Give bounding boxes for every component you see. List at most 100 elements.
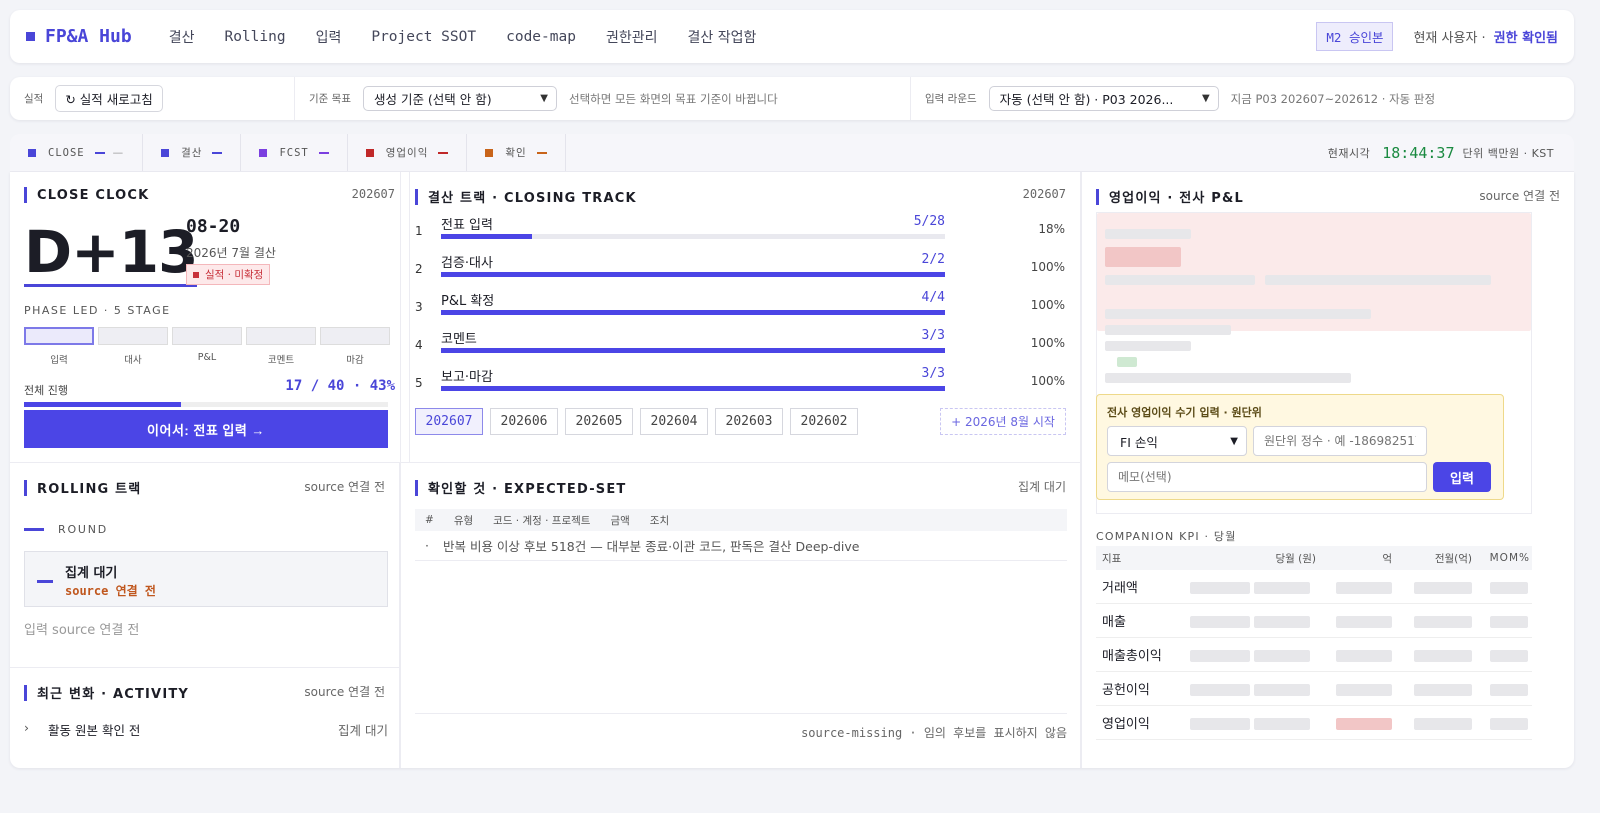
rolling-panel: ROLLING 트랙 source 연결 전 ROUND 집계 대기 sourc… bbox=[10, 463, 400, 668]
track-row[interactable]: 3 P&L 확정 4/4 100% bbox=[415, 288, 1065, 324]
blurred-content bbox=[1254, 684, 1310, 696]
panel-title: 결산 트랙 · CLOSING TRACK bbox=[415, 187, 637, 206]
account-select[interactable]: FI 손익 ▼ bbox=[1107, 426, 1247, 456]
status-badge: 실적 · 미확정 bbox=[186, 264, 271, 285]
total-progress-label: 전체 진행 bbox=[24, 384, 68, 397]
closing-track-panel: 결산 트랙 · CLOSING TRACK 202607 1 전표 입력 5/28 1… bbox=[400, 172, 1081, 463]
nav-item-code-map[interactable]: code-map bbox=[506, 29, 576, 45]
track-row-name: 보고·마감 bbox=[441, 370, 493, 385]
expected-status: 집계 대기 bbox=[1018, 480, 1066, 494]
legend-label: FCST bbox=[279, 146, 309, 159]
track-row[interactable]: 4 코멘트 3/3 100% bbox=[415, 326, 1065, 362]
blurred-content bbox=[1336, 684, 1392, 696]
track-progress-fill bbox=[441, 386, 945, 391]
nav-item-permissions[interactable]: 권한관리 bbox=[606, 27, 658, 47]
track-progress-fill bbox=[441, 310, 945, 315]
nav-item-closing[interactable]: 결산 bbox=[169, 27, 195, 47]
month-button[interactable]: 202604 bbox=[640, 408, 708, 435]
panel-title-text: 영업이익 · 전사 P&L bbox=[1109, 191, 1245, 206]
track-row[interactable]: 1 전표 입력 5/28 18% bbox=[415, 212, 1065, 248]
manual-input-form: 전사 영업이익 수기 입력 · 원단위 FI 손익 ▼ 입력 bbox=[1096, 394, 1504, 500]
month-button[interactable]: 202607 bbox=[415, 408, 483, 435]
blurred-content bbox=[1414, 650, 1472, 662]
month-button[interactable]: 202602 bbox=[790, 408, 858, 435]
blurred-content bbox=[1490, 616, 1528, 628]
submit-button[interactable]: 입력 bbox=[1433, 462, 1491, 492]
target-select[interactable]: 생성 기준 (선택 안 함) ▼ bbox=[362, 86, 557, 111]
track-row[interactable]: 2 검증·대사 2/2 100% bbox=[415, 250, 1065, 286]
nav-item-closing-workbox[interactable]: 결산 작업함 bbox=[687, 27, 756, 47]
blurred-content bbox=[1190, 650, 1250, 662]
blurred-content bbox=[1190, 582, 1250, 594]
refresh-actuals-button[interactable]: ↻ 실적 새로고침 bbox=[55, 85, 163, 112]
filter-bar: 실적 ↻ 실적 새로고침 기준 목표 생성 기준 (선택 안 함) ▼ 선택하면 … bbox=[10, 77, 1574, 120]
table-row[interactable]: · 반복 비용 이상 후보 518건 — 대부분 종료·이관 코드, 판독은 결산… bbox=[415, 531, 1067, 561]
current-user-label: 현재 사용자 · bbox=[1413, 31, 1486, 46]
stage-led-input[interactable] bbox=[24, 327, 94, 345]
blurred-content bbox=[1105, 325, 1231, 335]
start-next-month-button[interactable]: + 2026년 8월 시작 bbox=[940, 408, 1066, 435]
stage-led-reconcile[interactable] bbox=[98, 327, 168, 345]
total-progress-value: 17 / 40 · 43% bbox=[285, 378, 395, 394]
account-select-value: FI 손익 bbox=[1120, 434, 1158, 450]
blurred-content bbox=[1105, 341, 1191, 351]
phase-label: PHASE LED · 5 STAGE bbox=[24, 304, 171, 317]
stage-led-close[interactable] bbox=[320, 327, 390, 345]
nav-item-rolling[interactable]: Rolling bbox=[224, 29, 285, 45]
track-row-percent: 100% bbox=[1030, 374, 1065, 388]
brand-logo[interactable]: FP&A Hub bbox=[26, 26, 132, 47]
footer-text: source-missing · 임의 후보를 표시하지 않음 bbox=[801, 726, 1067, 740]
nav-item-input[interactable]: 입력 bbox=[316, 27, 342, 47]
approval-badge[interactable]: M2 승인본 bbox=[1316, 22, 1394, 51]
amount-input[interactable] bbox=[1253, 426, 1427, 456]
round-select[interactable]: 자동 (선택 안 함) · P03 2026... ▼ bbox=[988, 86, 1219, 111]
brand-square-icon bbox=[26, 32, 35, 41]
month-button[interactable]: 202606 bbox=[490, 408, 558, 435]
blurred-content bbox=[1336, 582, 1392, 594]
month-button[interactable]: 202603 bbox=[715, 408, 783, 435]
blurred-content bbox=[1190, 718, 1250, 730]
round-section: 입력 라운드 자동 (선택 안 함) · P03 2026... ▼ 지금 P03… bbox=[911, 77, 1574, 120]
memo-input[interactable] bbox=[1107, 462, 1427, 492]
track-row-count: 5/28 bbox=[913, 214, 945, 229]
refresh-label: 실적 새로고침 bbox=[79, 92, 153, 107]
legend-dash bbox=[438, 151, 449, 154]
panel-title: 확인할 것 · EXPECTED-SET bbox=[415, 478, 627, 497]
target-section: 기준 목표 생성 기준 (선택 안 함) ▼ 선택하면 모든 화면의 목표 기준이… bbox=[295, 77, 911, 120]
track-row-name: 코멘트 bbox=[441, 332, 477, 347]
box-subtitle: source 연결 전 bbox=[65, 584, 156, 598]
kpi-table-header: 지표 당월 (원) 억 전월(억) MOM% bbox=[1096, 546, 1532, 570]
stage-led-comment[interactable] bbox=[246, 327, 316, 345]
rolling-status-box: 집계 대기 source 연결 전 bbox=[24, 551, 388, 607]
legend-square-icon bbox=[161, 148, 170, 157]
panel-title-text: 결산 트랙 · CLOSING TRACK bbox=[428, 191, 637, 206]
row-text: 반복 비용 이상 후보 518건 — 대부분 종료·이관 코드, 판독은 결산 … bbox=[442, 539, 860, 554]
panel-title: CLOSE CLOCK bbox=[24, 187, 149, 203]
stage-led-pnl[interactable] bbox=[172, 327, 242, 345]
box-title: 집계 대기 bbox=[65, 566, 118, 581]
track-row-count: 3/3 bbox=[921, 328, 945, 343]
stage-label: P&L bbox=[197, 352, 217, 363]
legend-extra: — bbox=[112, 146, 125, 159]
brand-name: FP&A Hub bbox=[45, 26, 132, 47]
round-line bbox=[24, 528, 44, 531]
stage-label: 코멘트 bbox=[267, 355, 295, 366]
activity-status: source 연결 전 bbox=[304, 685, 385, 699]
expected-set-panel: 확인할 것 · EXPECTED-SET 집계 대기 # 유형 코드 · 계정 … bbox=[400, 463, 1081, 768]
round-select-value: 자동 (선택 안 함) · P03 2026... bbox=[999, 92, 1174, 107]
continue-button[interactable]: 이어서: 전표 입력 → bbox=[24, 410, 388, 448]
track-row[interactable]: 5 보고·마감 3/3 100% bbox=[415, 364, 1065, 400]
round-label: 입력 라운드 bbox=[925, 93, 977, 105]
kpi-title: COMPANION KPI · 당월 bbox=[1096, 530, 1237, 543]
legend-label: 확인 bbox=[505, 147, 527, 159]
title-bar bbox=[415, 479, 418, 496]
track-row-number: 3 bbox=[415, 300, 423, 314]
blurred-content bbox=[1490, 684, 1528, 696]
total-progress-fill bbox=[24, 402, 181, 407]
month-button[interactable]: 202605 bbox=[565, 408, 633, 435]
nav-item-project-ssot[interactable]: Project SSOT bbox=[371, 29, 476, 45]
list-item[interactable]: › 활동 원본 확인 전 집계 대기 bbox=[24, 720, 388, 739]
legend-square-icon bbox=[485, 148, 494, 157]
blurred-content bbox=[1105, 247, 1181, 267]
legend-label: CLOSE bbox=[48, 146, 85, 159]
